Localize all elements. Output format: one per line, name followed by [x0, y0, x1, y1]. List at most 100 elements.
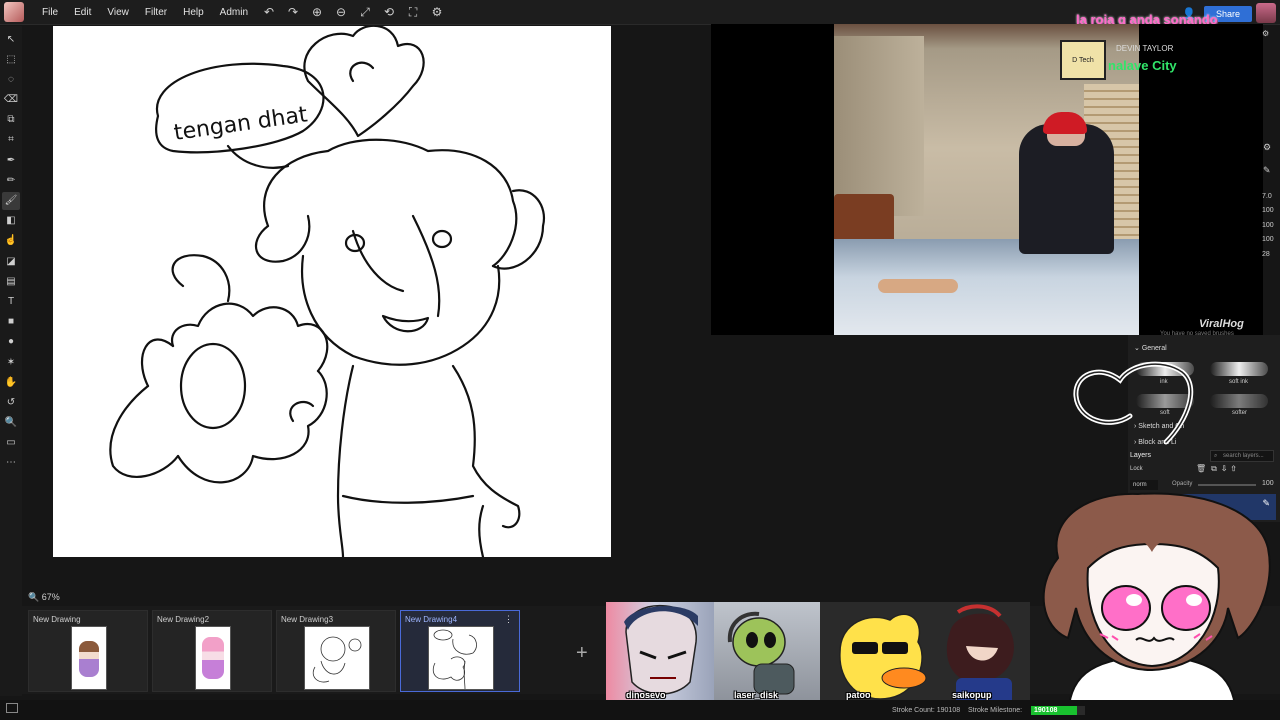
- brush-size-value[interactable]: 7.0: [1262, 193, 1272, 200]
- ellipse-icon[interactable]: ●: [2, 333, 20, 351]
- drawing-canvas[interactable]: tengan dhat: [53, 26, 611, 557]
- user-avatar[interactable]: [1256, 3, 1276, 23]
- fit-icon[interactable]: ⤢: [354, 1, 376, 23]
- brush-edit-icon[interactable]: ✎: [1263, 165, 1271, 176]
- select-arrow-icon[interactable]: ↖: [2, 30, 20, 48]
- layers-search-input[interactable]: ⌕ search layers...: [1210, 450, 1274, 462]
- team-name: patoo: [846, 690, 871, 700]
- team-name: laser_disk: [734, 690, 779, 700]
- zoom-level-value: 67%: [41, 592, 60, 602]
- team-card-2: laser_disk: [714, 602, 820, 708]
- left-toolbar: ↖ ⬚ ◌ ⌫ ⧉ ⌗ ✒ ✏ 🖌 ◧ ☝ ◪ ▤ T ■ ● ✶ ✋ ↺ 🔍 …: [0, 26, 22, 696]
- tab-menu-icon[interactable]: ⋮: [504, 614, 513, 625]
- redo-icon[interactable]: ↷: [282, 1, 304, 23]
- channel-logo: D Tech: [1060, 40, 1106, 80]
- channel-logo-text: D Tech: [1072, 56, 1094, 64]
- fill-icon[interactable]: ◪: [2, 252, 20, 270]
- zoom-in-icon[interactable]: ⊕: [306, 1, 328, 23]
- stroke-count: Stroke Count: 190108: [892, 707, 961, 714]
- rotate-icon[interactable]: ⟲: [378, 1, 400, 23]
- channel-name: DEVIN TAYLOR: [1116, 44, 1174, 53]
- lock-label: Lock: [1130, 466, 1143, 472]
- marquee-icon[interactable]: ⬚: [2, 50, 20, 68]
- opacity-slider[interactable]: [1198, 484, 1256, 486]
- drawing-tab-label: New Drawing: [33, 615, 81, 624]
- menu-filter[interactable]: Filter: [137, 0, 175, 25]
- menu-help[interactable]: Help: [175, 0, 212, 25]
- brush-flow-value[interactable]: 100: [1262, 222, 1274, 229]
- brush-icon[interactable]: 🖌: [2, 191, 20, 210]
- eraser-select-icon[interactable]: ⌫: [2, 91, 20, 109]
- comment-icon[interactable]: ▭: [2, 434, 20, 452]
- video-cat: [878, 279, 958, 293]
- drawing-thumbnail: [428, 626, 494, 690]
- drawing-thumbnail: [304, 626, 370, 690]
- zoom-level[interactable]: 🔍 67%: [28, 592, 60, 603]
- smudge-icon[interactable]: ☝: [2, 232, 20, 250]
- layers-search-placeholder: search layers...: [1223, 453, 1264, 459]
- app-root: File Edit View Filter Help Admin ↶ ↷ ⊕ ⊖…: [0, 0, 1280, 720]
- brush-spacing-value[interactable]: 28: [1262, 251, 1270, 258]
- gear-icon-top[interactable]: ⚙: [1262, 29, 1269, 38]
- zoom-out-icon[interactable]: ⊖: [330, 1, 352, 23]
- more-icon[interactable]: ⋯: [2, 454, 20, 472]
- panel-toggle-icon[interactable]: [6, 703, 18, 713]
- team-name: saikopup: [952, 690, 992, 700]
- brush-settings-icon[interactable]: ⚙: [1263, 142, 1271, 153]
- add-drawing-button[interactable]: +: [576, 642, 588, 665]
- general-header-label: General: [1141, 345, 1167, 352]
- drawing-tab-1[interactable]: New Drawing: [28, 610, 148, 692]
- layer-actions[interactable]: 🗑⧉⇩⇧: [1196, 464, 1241, 474]
- shape-icon[interactable]: ✶: [2, 353, 20, 371]
- brush-hardness-value[interactable]: 100: [1262, 236, 1274, 243]
- brush-label: soft ink: [1229, 379, 1249, 385]
- opacity-value[interactable]: 100: [1262, 480, 1274, 487]
- pencil-icon[interactable]: ✏: [2, 171, 20, 189]
- eraser-icon[interactable]: ◧: [2, 212, 20, 230]
- zoom-icon[interactable]: 🔍: [2, 414, 20, 432]
- channel-city: nalave City: [1108, 58, 1177, 73]
- drawing-tab-label: New Drawing2: [157, 615, 210, 624]
- no-brushes-text: You have no saved brushes: [1160, 331, 1234, 337]
- team-name: dinosevo: [626, 690, 666, 700]
- transform-icon[interactable]: ⧉: [2, 111, 20, 129]
- drawing-tab-label: New Drawing4: [405, 615, 458, 624]
- fullscreen-icon[interactable]: ⛶: [402, 1, 424, 23]
- layers-title: Layers: [1130, 452, 1152, 459]
- team-portrait: [839, 613, 927, 700]
- menu-admin[interactable]: Admin: [212, 0, 256, 25]
- menu-edit[interactable]: Edit: [66, 0, 99, 25]
- drawing-tab-4[interactable]: New Drawing4 ⋮: [400, 610, 520, 692]
- crop-icon[interactable]: ⌗: [2, 131, 20, 149]
- heart-doodle: [1073, 361, 1194, 445]
- brush-preview-softer[interactable]: [1210, 394, 1268, 408]
- drawing-tab-2[interactable]: New Drawing2: [152, 610, 272, 692]
- menu-file[interactable]: File: [34, 0, 66, 25]
- gradient-icon[interactable]: ▤: [2, 272, 20, 290]
- brush-opacity-value[interactable]: 100: [1262, 207, 1274, 214]
- app-logo-icon[interactable]: [4, 2, 24, 22]
- status-bar: [0, 700, 1280, 720]
- menu-view[interactable]: View: [99, 0, 137, 25]
- streamer-mascot: [1042, 492, 1271, 720]
- drawing-tab-label: New Drawing3: [281, 615, 334, 624]
- undo-icon[interactable]: ↶: [258, 1, 280, 23]
- team-card-1: dinosevo: [606, 602, 714, 708]
- drawing-thumbnail: [71, 626, 107, 690]
- text-icon[interactable]: T: [2, 292, 20, 310]
- canvas-sketch: tengan dhat: [109, 26, 546, 557]
- pen-icon[interactable]: ✒: [2, 151, 20, 169]
- search-icon: ⌕: [1214, 453, 1218, 459]
- lasso-icon[interactable]: ◌: [2, 70, 20, 88]
- rotate-view-icon[interactable]: ↺: [2, 393, 20, 411]
- team-card-3: patoo: [820, 602, 930, 708]
- settings-icon[interactable]: ⚙: [426, 1, 448, 23]
- brush-label: softer: [1232, 410, 1248, 416]
- pan-icon[interactable]: ✋: [2, 373, 20, 391]
- brush-preview-soft-ink[interactable]: [1210, 362, 1268, 376]
- video-watermark: ViralHog: [1199, 318, 1244, 330]
- drawing-tab-3[interactable]: New Drawing3: [276, 610, 396, 692]
- rect-icon[interactable]: ■: [2, 313, 20, 331]
- team-card-4: saikopup: [930, 602, 1030, 708]
- general-section-header[interactable]: ⌄ General: [1134, 344, 1167, 352]
